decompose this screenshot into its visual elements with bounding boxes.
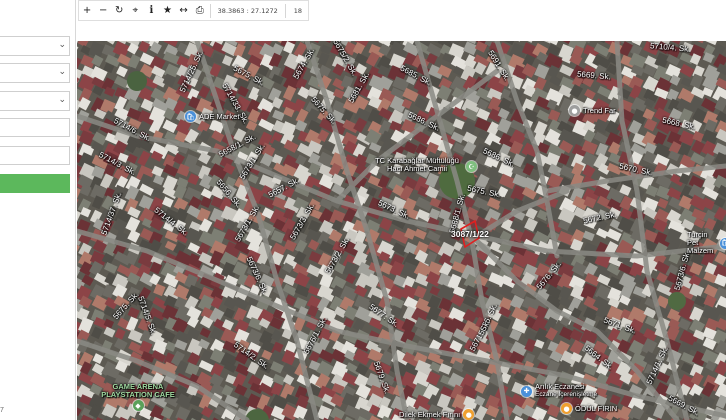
print-button[interactable]: ⎙: [192, 1, 208, 20]
footer-text: 7: [0, 407, 4, 414]
refresh-button[interactable]: ↻: [111, 1, 127, 20]
toolbar-divider: [209, 3, 211, 18]
mosque-icon: ☪: [466, 161, 477, 172]
poi-arilik-eczanesi[interactable]: ✚ Arılık Eczanesi Eczane İçerenişletme: [521, 383, 597, 399]
zoom-in-button[interactable]: +: [79, 1, 95, 20]
toolbar-divider: [284, 3, 286, 18]
filter-select-3[interactable]: ⌄: [0, 91, 70, 111]
poi-game-arena[interactable]: GAME ARENA PLAYSTATION CAFE ◆: [93, 383, 183, 411]
parcel-id-label: 3087/1/22: [451, 229, 489, 239]
poi-dilek-ekmek[interactable]: ● Dilek Ekmek Fırını: [399, 409, 475, 420]
poi-odul-firin[interactable]: ● ÖDÜL FIRIN: [561, 403, 617, 414]
bakery-icon: ●: [463, 409, 475, 420]
gamepad-icon: ◆: [132, 400, 144, 411]
zoom-out-button[interactable]: −: [95, 1, 111, 20]
road-network: [77, 41, 726, 420]
shopping-bag-icon: 🛍: [720, 237, 726, 249]
location-pin-icon: ●: [569, 105, 580, 116]
measure-button[interactable]: ↔: [176, 1, 192, 20]
print-icon: ⎙: [195, 5, 204, 16]
poi-haci-ahmet-camii[interactable]: TC Karabağlar Müftülüğü Hacı Ahmet Camii…: [371, 157, 477, 173]
star-icon: ★: [163, 5, 172, 16]
submit-button[interactable]: [0, 174, 70, 193]
locate-button[interactable]: ⌖: [127, 1, 143, 20]
poi-ade-market[interactable]: 🛍 ADE Market: [185, 111, 239, 122]
bakery-icon: ●: [561, 403, 572, 414]
info-button[interactable]: i: [143, 1, 159, 20]
poi-turcin-pet[interactable]: 🛍 Turçin Pet Malzem: [687, 231, 726, 255]
poi-subtitle: Eczane İçerenişletme: [535, 391, 598, 398]
pharmacy-icon: ✚: [521, 385, 532, 397]
coordinate-readout: 38.3863 : 27.1272: [217, 6, 278, 15]
map-toolbar: + − ↻ ⌖ i ★ ↔ ⎙ 38.3863 : 27.1272 18: [78, 0, 309, 21]
chevron-down-icon: ⌄: [58, 40, 66, 50]
favorite-button[interactable]: ★: [159, 1, 175, 20]
filter-select-2[interactable]: ⌄: [0, 63, 70, 83]
zoom-out-icon: −: [98, 5, 108, 16]
chevron-down-icon: ⌄: [58, 67, 66, 77]
zoom-level: 18: [293, 6, 302, 15]
text-input-1[interactable]: [0, 118, 70, 137]
chevron-down-icon: ⌄: [58, 95, 66, 105]
filter-select-1[interactable]: ⌄: [0, 36, 70, 56]
measure-icon: ↔: [179, 5, 188, 16]
satellite-map[interactable]: 5714/25. Sk. 5675. Sk. 5674. Sk. 5681. S…: [77, 41, 726, 420]
info-icon: i: [149, 5, 154, 16]
poi-trend-far[interactable]: ● Trend Far: [569, 105, 616, 116]
left-panel: ⌄ ⌄ ⌄ 7: [0, 0, 76, 420]
zoom-in-icon: +: [82, 5, 92, 16]
refresh-icon: ↻: [115, 5, 124, 16]
text-input-2[interactable]: [0, 146, 70, 165]
locate-icon: ⌖: [132, 5, 139, 16]
shopping-bag-icon: 🛍: [185, 111, 196, 122]
